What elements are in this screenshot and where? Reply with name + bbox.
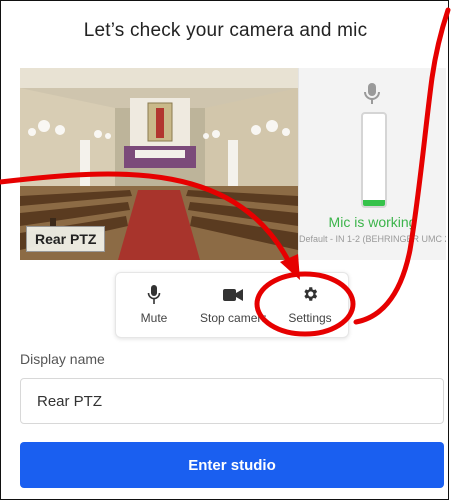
stop-camera-button[interactable]: Stop camera: [200, 273, 266, 337]
microphone-icon: [147, 285, 161, 304]
video-camera-icon: [223, 289, 243, 301]
settings-button-label: Settings: [288, 311, 332, 325]
mute-button-label: Mute: [140, 311, 168, 325]
display-name-input[interactable]: [20, 378, 444, 424]
enter-studio-button[interactable]: Enter studio: [20, 442, 444, 488]
display-name-label: Display name: [20, 351, 105, 367]
settings-button[interactable]: Settings: [278, 273, 342, 337]
page-title: Let’s check your camera and mic: [83, 20, 368, 41]
gear-icon: [304, 287, 318, 301]
media-controls-toolbar: Mute Stop camera Settings: [115, 272, 349, 338]
mic-check-panel: Mic is working Default - IN 1-2 (BEHRING…: [298, 68, 446, 260]
microphone-icon: [364, 83, 380, 104]
stop-camera-button-label: Stop camera: [200, 311, 266, 325]
mute-button[interactable]: Mute: [122, 273, 186, 337]
mic-level-meter: [361, 112, 387, 208]
mic-device-text: Default - IN 1-2 (BEHRINGER UMC 204HD): [299, 234, 446, 244]
camera-name-label: Rear PTZ: [26, 226, 106, 252]
mic-level-fill: [363, 199, 385, 206]
camera-preview: Rear PTZ: [20, 68, 298, 260]
mic-status-text: Mic is working: [328, 214, 417, 230]
